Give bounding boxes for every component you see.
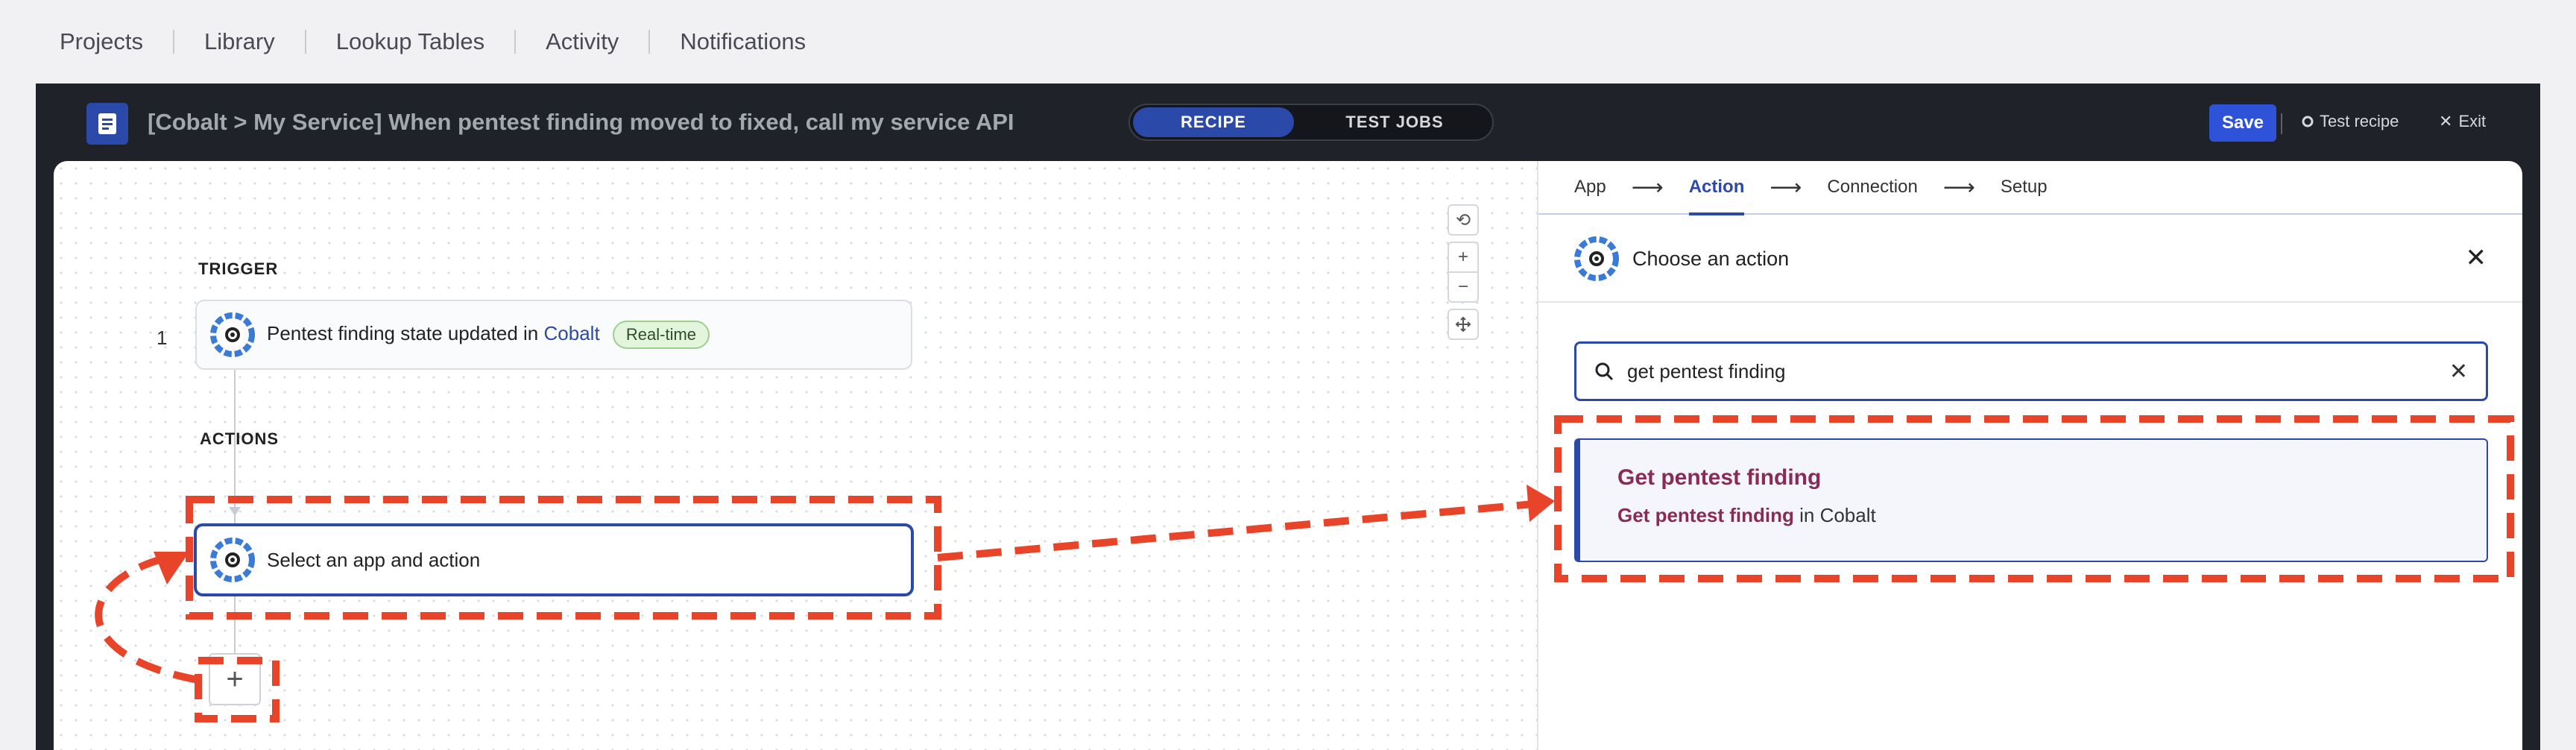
gear-icon [2302, 116, 2314, 127]
nav-activity[interactable]: Activity [546, 28, 619, 55]
test-recipe-button[interactable]: Test recipe [2302, 112, 2399, 131]
search-icon [1595, 362, 1614, 381]
crumb-action[interactable]: Action [1688, 160, 1744, 215]
trigger-section-label: TRIGGER [198, 259, 279, 278]
plus-icon: + [226, 662, 244, 696]
action-step-card[interactable]: Select an app and action [194, 523, 914, 596]
trigger-step-description: Pentest finding state updated in [267, 322, 539, 344]
refresh-icon[interactable]: ⟲ [1448, 204, 1479, 236]
zoom-in-icon[interactable]: + [1448, 242, 1479, 273]
result-subtitle-app: in Cobalt [1793, 504, 1876, 526]
nav-library[interactable]: Library [204, 28, 275, 55]
arrow-right-icon: ⟶ [1942, 174, 1975, 200]
top-nav: Projects Library Lookup Tables Activity … [0, 0, 2576, 83]
arrow-right-icon: ⟶ [1631, 174, 1664, 200]
document-icon [86, 103, 128, 145]
result-title: Get pentest finding [1617, 465, 1822, 490]
close-icon: ✕ [2439, 112, 2453, 130]
arrow-right-icon: ⟶ [1770, 174, 1802, 200]
cobalt-logo-icon [210, 312, 255, 357]
exit-label: Exit [2458, 112, 2487, 130]
action-search: ✕ [1574, 341, 2488, 401]
test-recipe-label: Test recipe [2320, 112, 2399, 130]
step-number: 1 [157, 327, 168, 349]
panel-title: Choose an action [1632, 247, 1790, 270]
action-step-text: Select an app and action [267, 548, 481, 571]
trigger-step-text: Pentest finding state updated in Cobalt … [267, 321, 710, 349]
zoom-out-icon[interactable]: − [1448, 271, 1479, 303]
fit-view-icon[interactable] [1448, 309, 1479, 340]
clear-search-icon[interactable]: ✕ [2449, 359, 2468, 385]
wizard-breadcrumb: App ⟶ Action ⟶ Connection ⟶ Setup [1538, 161, 2522, 215]
nav-lookup-tables[interactable]: Lookup Tables [336, 28, 484, 55]
toolbar-divider [2281, 113, 2282, 134]
crumb-connection[interactable]: Connection [1827, 160, 1917, 214]
recipe-title[interactable]: [Cobalt > My Service] When pentest findi… [148, 104, 1014, 140]
result-subtitle: Get pentest finding in Cobalt [1617, 504, 2487, 527]
action-search-input[interactable] [1626, 359, 2419, 384]
cobalt-logo-icon [1574, 236, 1619, 281]
realtime-badge: Real-time [612, 321, 710, 349]
connector-arrow-icon [229, 507, 241, 516]
close-icon[interactable]: ✕ [2466, 243, 2487, 273]
mode-toggle[interactable]: RECIPE TEST JOBS [1128, 104, 1494, 141]
nav-divider [514, 30, 517, 54]
nav-divider [648, 30, 651, 54]
trigger-step-card[interactable]: Pentest finding state updated in Cobalt … [195, 300, 912, 370]
cobalt-logo-icon [210, 538, 255, 582]
trigger-app-link[interactable]: Cobalt [544, 322, 600, 344]
tab-recipe[interactable]: RECIPE [1133, 107, 1294, 137]
recipe-canvas[interactable]: ⟲ + − TRIGGER 1 Pentest finding state up… [54, 161, 1537, 750]
tab-test-jobs[interactable]: TEST JOBS [1300, 107, 1489, 137]
actions-section-label: ACTIONS [200, 429, 279, 448]
nav-divider [172, 30, 174, 54]
action-result-item[interactable]: Get pentest finding Get pentest finding … [1574, 438, 2488, 562]
exit-button[interactable]: ✕ Exit [2439, 112, 2486, 131]
panel-header: Choose an action ✕ [1538, 216, 2522, 303]
add-step-button[interactable]: + [209, 653, 261, 705]
recipe-editor: [Cobalt > My Service] When pentest findi… [36, 83, 2540, 750]
action-picker-panel: App ⟶ Action ⟶ Connection ⟶ Setup Choose… [1537, 161, 2522, 750]
crumb-app[interactable]: App [1574, 160, 1606, 214]
nav-divider [304, 30, 306, 54]
editor-titlebar: [Cobalt > My Service] When pentest findi… [36, 83, 2540, 161]
result-subtitle-match: Get pentest finding [1617, 504, 1794, 526]
crumb-setup[interactable]: Setup [2001, 160, 2048, 214]
nav-projects[interactable]: Projects [60, 28, 143, 55]
nav-notifications[interactable]: Notifications [680, 28, 806, 55]
save-button[interactable]: Save [2209, 104, 2276, 142]
